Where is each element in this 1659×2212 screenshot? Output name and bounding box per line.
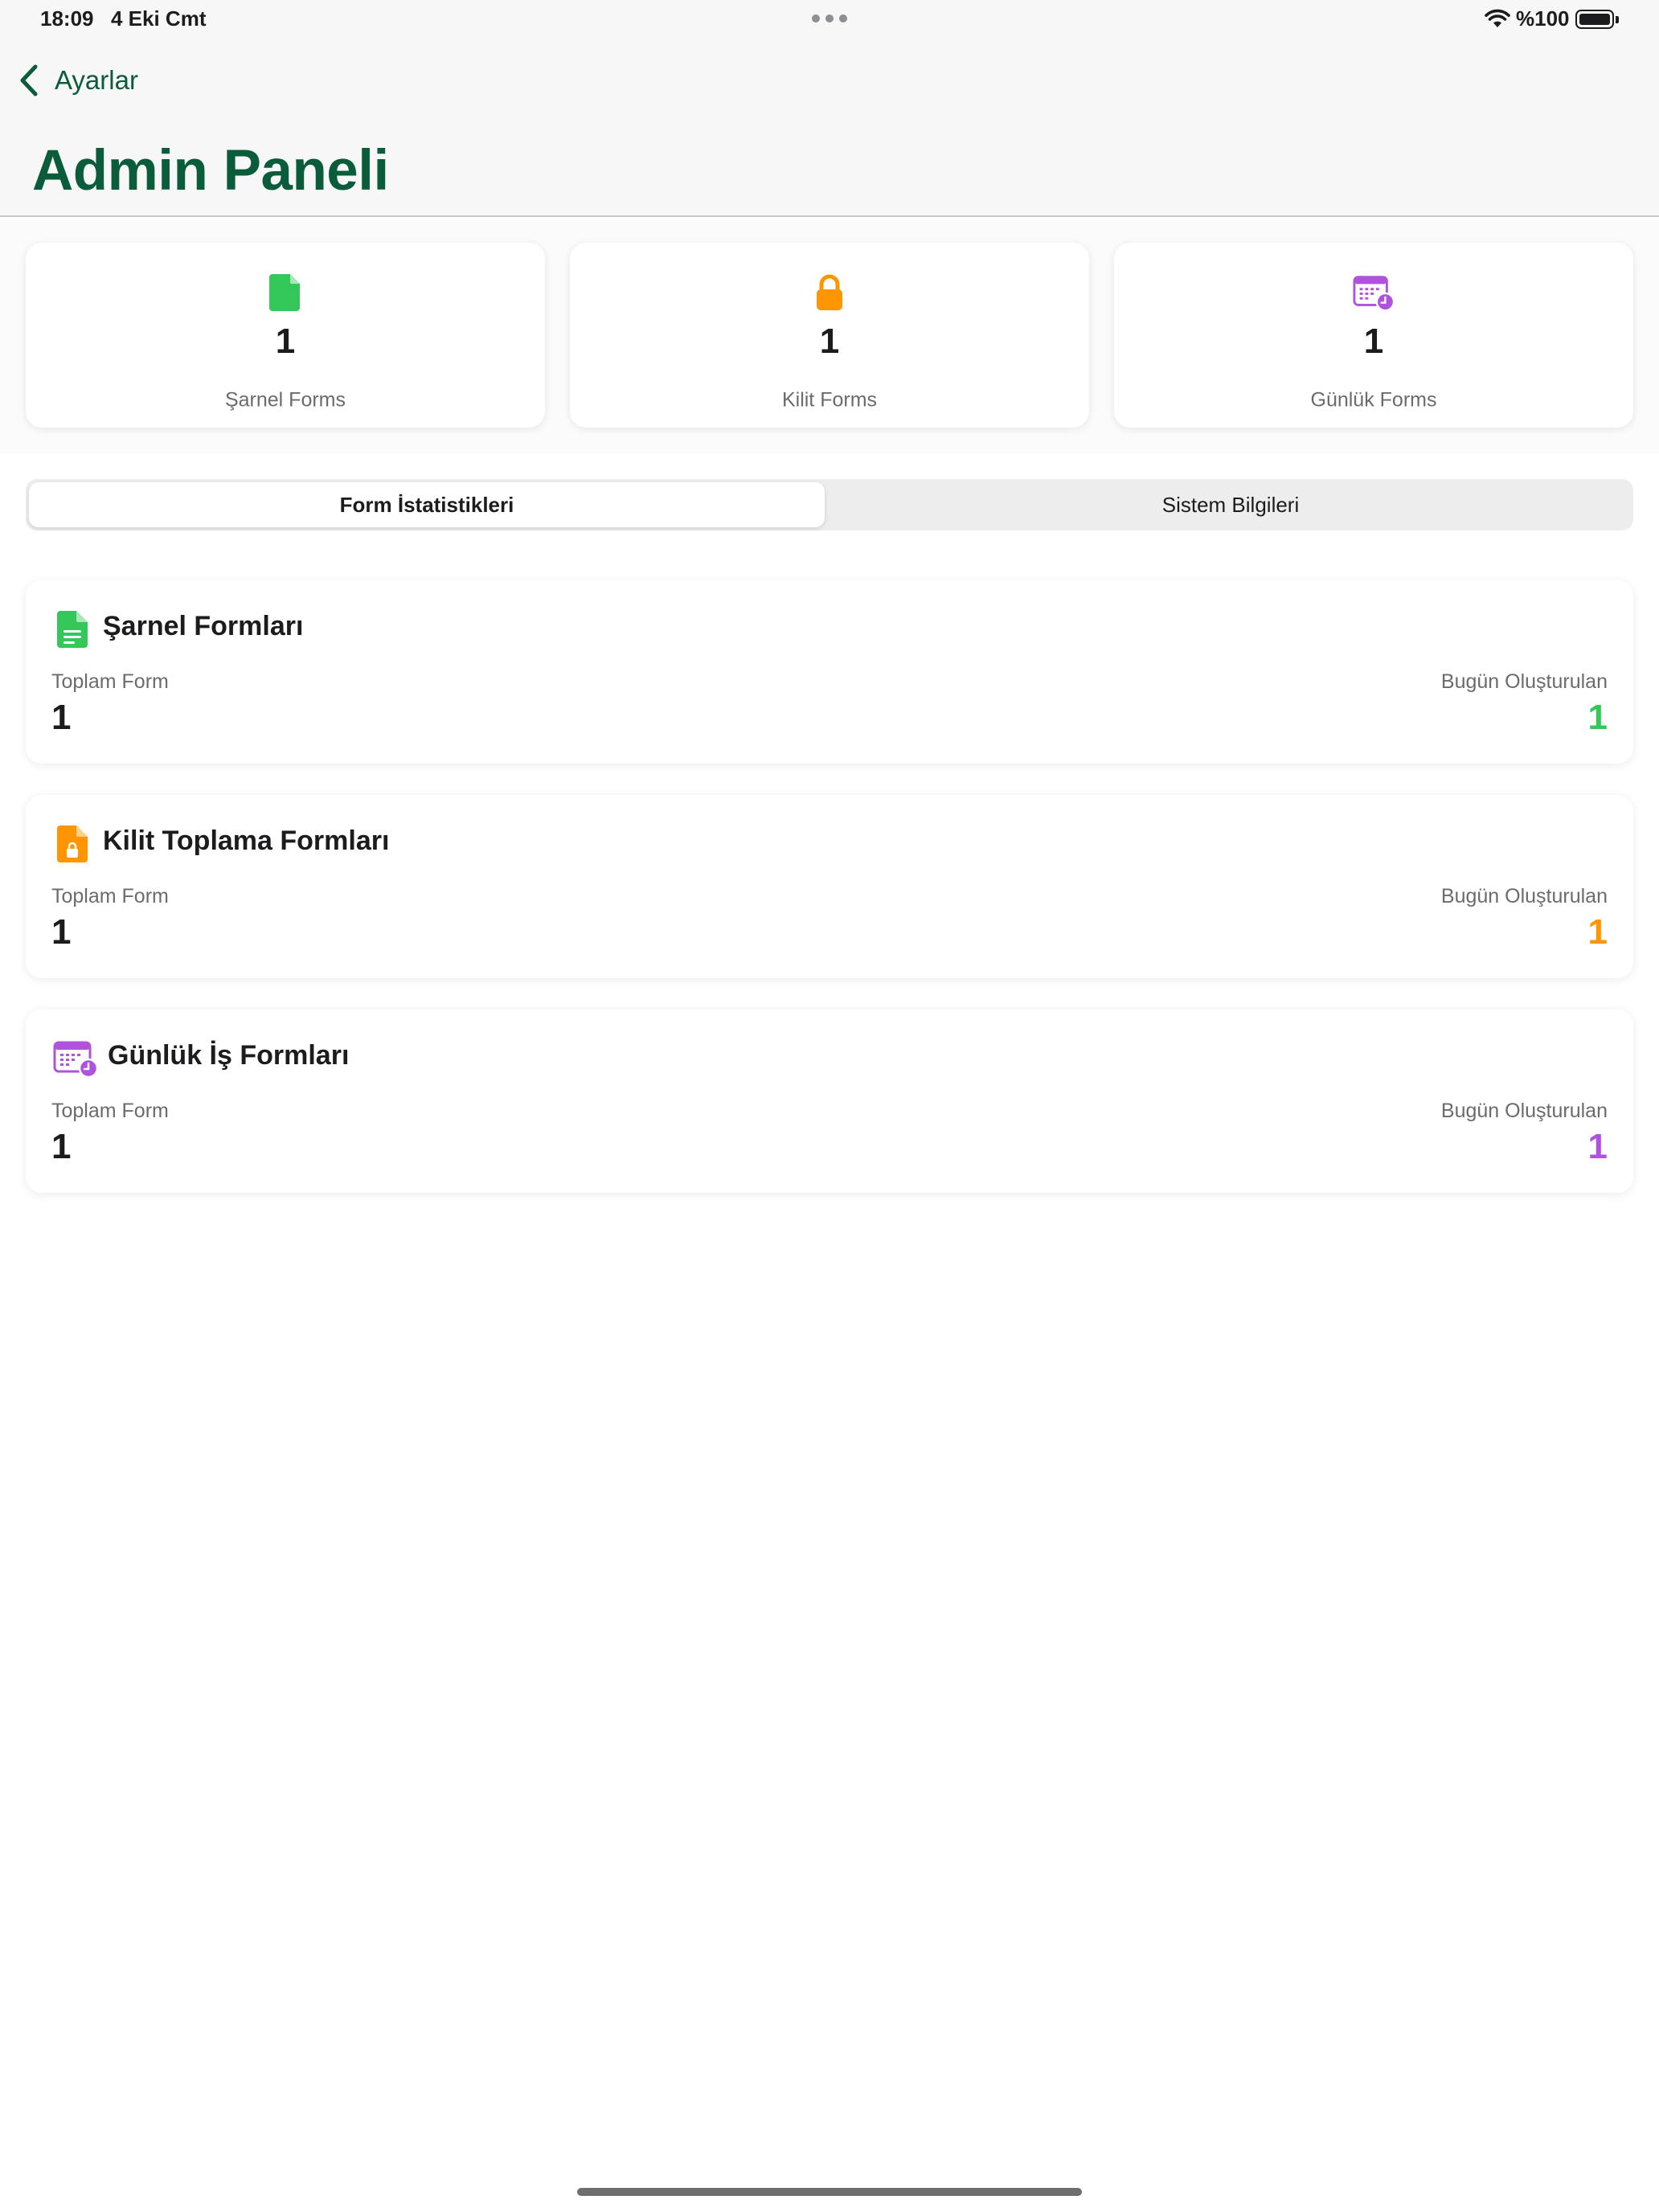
stat-card-title: Günlük İş Formları [108,1040,350,1071]
stat-card-sarnel: Şarnel Formları Toplam Form 1 Bugün Oluş… [26,580,1633,764]
home-indicator[interactable] [577,2188,1082,2196]
today-label: Bugün Oluşturulan [1440,885,1608,907]
battery-percent: %100 [1516,6,1570,31]
stat-card-title: Kilit Toplama Formları [103,825,390,856]
total-value: 1 [51,912,72,952]
chevron-left-icon [20,64,38,96]
battery-cap [1616,16,1619,23]
segmented-control: Form İstatistikleri Sistem Bilgileri [26,479,1633,530]
page-title: Admin Paneli [32,139,389,203]
summary-label: Şarnel Forms [224,388,346,412]
summary-count: 1 [275,322,296,361]
multitasking-dots-icon[interactable] [812,14,847,23]
summary-count: 1 [1363,322,1384,361]
today-value: 1 [1587,698,1608,737]
status-date: 4 Eki Cmt [111,6,207,31]
summary-card-gunluk[interactable]: 1 Günlük Forms [1114,243,1633,428]
summary-card-sarnel[interactable]: 1 Şarnel Forms [26,243,545,428]
segment-system-info[interactable]: Sistem Bilgileri [833,482,1628,527]
document-icon [264,272,306,313]
stat-card-title: Şarnel Formları [103,611,304,641]
summary-section: 1 Şarnel Forms 1 Kilit Forms 1 Günlük Fo… [0,219,1659,453]
back-button-label: Ayarlar [55,65,138,95]
summary-card-kilit[interactable]: 1 Kilit Forms [570,243,1089,428]
status-bar: 18:09 4 Eki Cmt %100 [0,0,1659,40]
calendar-clock-icon [1353,272,1395,313]
document-lock-icon [53,822,92,866]
total-value: 1 [51,1127,72,1166]
summary-label: Günlük Forms [1310,388,1437,412]
calendar-clock-icon [53,1037,98,1080]
status-time: 18:09 [40,6,94,31]
today-label: Bugün Oluşturulan [1440,670,1608,693]
lock-icon [809,272,850,313]
navigation-header: Ayarlar Admin Paneli [0,40,1659,217]
total-label: Toplam Form [51,670,169,693]
document-text-icon [53,608,92,651]
summary-label: Kilit Forms [781,388,878,412]
total-label: Toplam Form [51,885,169,907]
battery-icon [1575,10,1614,29]
today-value: 1 [1587,912,1608,952]
wifi-icon [1485,9,1510,27]
summary-count: 1 [819,322,840,361]
total-value: 1 [51,698,72,737]
total-label: Toplam Form [51,1100,169,1122]
stat-card-gunluk: Günlük İş Formları Toplam Form 1 Bugün O… [26,1010,1633,1193]
segment-form-statistics[interactable]: Form İstatistikleri [29,482,825,527]
today-label: Bugün Oluşturulan [1440,1100,1608,1122]
back-button[interactable]: Ayarlar [18,61,138,100]
today-value: 1 [1587,1127,1608,1166]
stat-card-kilit: Kilit Toplama Formları Toplam Form 1 Bug… [26,795,1633,978]
